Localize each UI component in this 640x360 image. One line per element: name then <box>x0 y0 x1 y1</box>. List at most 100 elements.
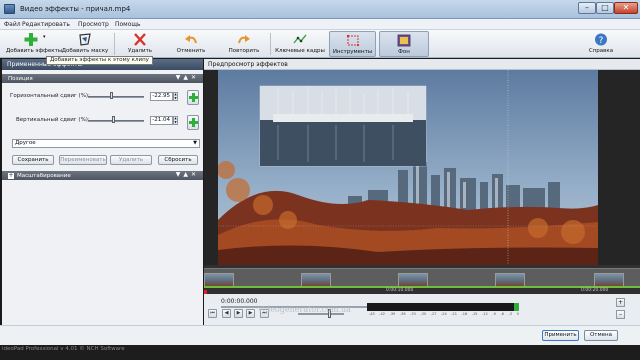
meter-tick: -36 <box>399 312 406 316</box>
background-button[interactable]: Фон <box>379 31 429 57</box>
timecode: 0:00:00.000 <box>221 298 258 305</box>
tools-label: Инструменты <box>332 49 373 55</box>
title-bar: Видео эффекты - причал.mp4 – □ ✕ <box>0 0 640 19</box>
scale-section-title: Масштабирование <box>17 172 71 179</box>
dialog-footer: Применить Отмена <box>0 325 640 345</box>
scale-section-header[interactable]: + Масштабирование ▼▲✕ <box>2 171 203 180</box>
section-controls[interactable]: ▼▲✕ <box>176 171 199 178</box>
menu-edit[interactable]: Редактировать <box>22 21 70 28</box>
background-icon <box>397 34 411 47</box>
audio-level-indicator <box>514 303 519 311</box>
meter-tick: -39 <box>389 312 396 316</box>
tools-button[interactable]: Инструменты <box>329 31 376 57</box>
meter-tick: -21 <box>451 312 457 316</box>
preview-header: Предпросмотр эффектов <box>204 59 640 70</box>
add-effects-tooltip: Добавить эффекты к этому клипу <box>46 56 153 65</box>
preset-value: Другое <box>15 140 36 146</box>
save-preset-button[interactable]: Сохранить <box>12 155 54 165</box>
time-marker: 0:00:20.000 <box>581 288 609 293</box>
cancel-button[interactable]: Отмена <box>584 330 618 341</box>
meter-tick: -33 <box>410 312 416 316</box>
menu-help[interactable]: Помощь <box>115 21 141 28</box>
applied-effects-panel: Примененные эффекты Позиция ▼▲✕ Горизонт… <box>2 59 203 325</box>
menu-file[interactable]: Файл <box>4 21 21 28</box>
help-button[interactable]: ? Справка <box>584 31 618 57</box>
redo-button[interactable]: Повторить <box>222 31 266 57</box>
undo-icon <box>185 35 197 44</box>
overlay-clip-image[interactable] <box>259 85 427 167</box>
dropdown-arrow-icon: ▾ <box>43 34 46 40</box>
reset-button[interactable]: Сбросить <box>158 155 198 165</box>
chevron-down-icon: ▼ <box>193 140 197 146</box>
redo-icon <box>238 35 250 44</box>
horizontal-spinner[interactable]: ▲ ▼ <box>173 92 178 101</box>
delete-x-icon <box>134 33 146 46</box>
minimize-button[interactable]: – <box>578 2 596 14</box>
vertical-shift-slider[interactable] <box>88 120 144 122</box>
add-effects-button[interactable]: ▾ Добавить эффекты <box>6 31 62 57</box>
menu-view[interactable]: Просмотр <box>78 21 109 28</box>
previous-frame-icon[interactable]: ◀ <box>222 309 231 318</box>
horizontal-shift-label: Горизонтальный сдвиг (%): <box>10 93 90 99</box>
position-section-header[interactable]: Позиция ▼▲✕ <box>2 74 203 83</box>
meter-tick: -45 <box>369 312 375 316</box>
vertical-shift-input[interactable]: -21.04 <box>150 116 173 125</box>
horizontal-shift-input[interactable]: -22.95 <box>150 92 173 101</box>
maximize-button[interactable]: □ <box>596 2 614 14</box>
meter-tick: -6 <box>500 312 504 316</box>
preset-dropdown[interactable]: Другое ▼ <box>12 139 200 148</box>
audio-level-meter <box>367 303 517 311</box>
meter-tick: -12 <box>482 312 488 316</box>
go-to-start-icon[interactable]: ⏮ <box>208 309 217 318</box>
zoom-out-icon[interactable]: – <box>616 310 625 319</box>
keyframes-icon <box>293 34 307 44</box>
horizontal-shift-slider[interactable] <box>88 96 144 98</box>
add-mask-label: Добавить маску <box>61 48 109 54</box>
delete-preset-button[interactable]: Удалить <box>110 155 152 165</box>
undo-label: Отменить <box>176 48 206 54</box>
crop-tools-icon <box>346 35 359 46</box>
meter-tick: -18 <box>461 312 468 316</box>
rename-preset-button[interactable]: Переименовать <box>59 155 107 165</box>
keyframes-button[interactable]: Ключевые кадры <box>274 31 326 57</box>
vertical-shift-label: Вертикальный сдвиг (%): <box>16 117 90 123</box>
play-icon[interactable]: ▶ <box>234 309 243 318</box>
toolbar-separator <box>270 33 271 55</box>
delete-button[interactable]: Удалить <box>121 31 159 57</box>
status-bar: ideoPad Professional v 4.01 © NCH Softwa… <box>0 345 640 360</box>
apply-button[interactable]: Применить <box>542 330 579 341</box>
meter-tick: -30 <box>420 312 427 316</box>
effects-timeline[interactable]: 0:00:10.000 0:00:20.000 <box>204 265 640 294</box>
city-skyline-image <box>218 70 598 265</box>
add-horizontal-keyframe-button[interactable] <box>187 90 199 105</box>
add-vertical-keyframe-button[interactable] <box>187 115 199 130</box>
vertical-slider-thumb[interactable] <box>112 116 115 123</box>
next-frame-icon[interactable]: ▶ <box>246 309 255 318</box>
meter-tick: -15 <box>471 312 478 316</box>
time-marker: 0:00:10.000 <box>386 288 414 293</box>
help-label: Справка <box>588 48 614 54</box>
keyframes-label: Ключевые кадры <box>275 48 325 54</box>
horizontal-slider-thumb[interactable] <box>110 92 113 99</box>
audio-meter-scale: -45 -42 -39 -36 -33 -30 -27 -24 -21 -18 … <box>369 312 519 316</box>
timeline-track[interactable] <box>204 268 640 288</box>
app-icon <box>4 4 15 14</box>
undo-button[interactable]: Отменить <box>170 31 212 57</box>
meter-tick: -42 <box>379 312 385 316</box>
vertical-spinner[interactable]: ▲ ▼ <box>173 116 178 125</box>
meter-tick: -27 <box>430 312 437 316</box>
help-icon: ? <box>595 33 607 46</box>
redo-label: Повторить <box>228 48 260 54</box>
meter-tick: 0 <box>516 312 519 316</box>
background-label: Фон <box>398 49 410 55</box>
status-text: ideoPad Professional v 4.01 © NCH Softwa… <box>2 346 125 352</box>
expand-icon[interactable]: + <box>8 172 14 179</box>
preview-canvas[interactable] <box>204 70 640 265</box>
add-mask-button[interactable]: Добавить маску <box>60 31 110 57</box>
delete-label: Удалить <box>127 48 153 54</box>
mask-icon <box>79 33 91 46</box>
timeline-range-bar[interactable] <box>204 286 640 288</box>
zoom-in-icon[interactable]: + <box>616 298 625 307</box>
close-button[interactable]: ✕ <box>614 2 638 14</box>
section-controls[interactable]: ▼▲✕ <box>176 74 199 81</box>
